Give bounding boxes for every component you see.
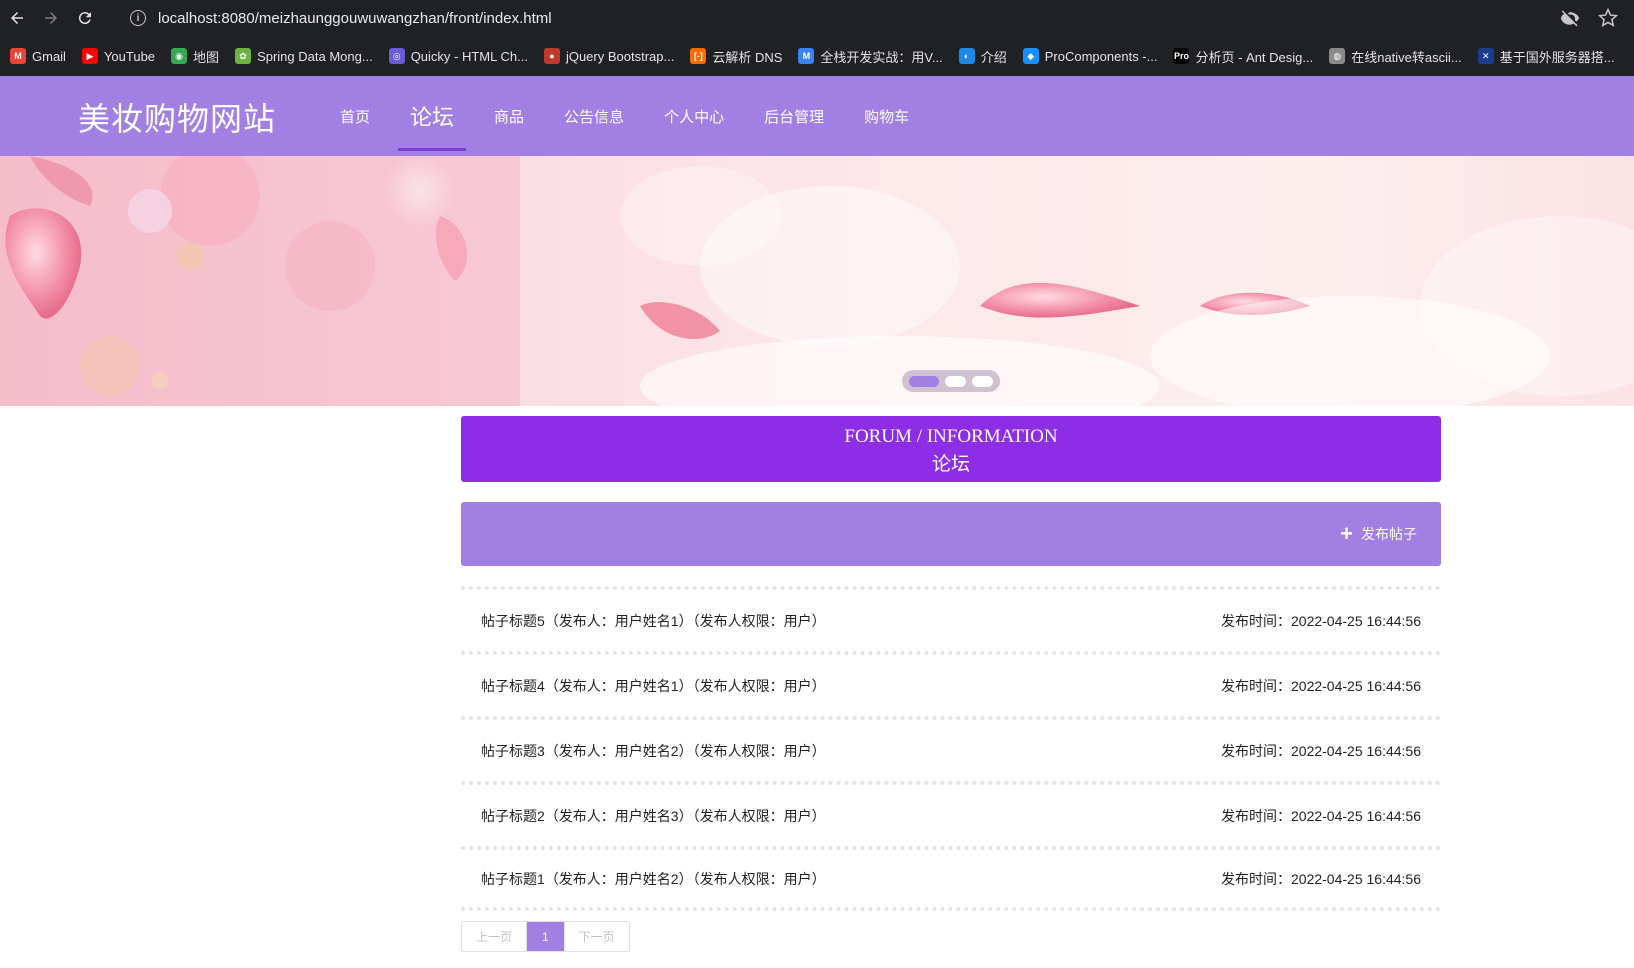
bookmark-label: Quicky - HTML Ch... [410,48,528,64]
bookmark-label: 基于国外服务器搭... [1499,49,1615,65]
nav-home[interactable]: 首页 [320,76,390,156]
bookmark-label: Spring Data Mong... [257,48,373,64]
bookmark-item[interactable]: ◐ 介绍 [958,47,1007,66]
bookmark-item[interactable]: Pro 分析页 - Ant Desig... [1173,47,1313,66]
back-button[interactable] [0,0,34,36]
prev-page-button[interactable]: 上一页 [462,922,527,951]
forum-title-cn: 论坛 [931,454,970,475]
bookmark-item[interactable]: ▶ YouTube [81,48,156,64]
site-info-icon[interactable]: i [130,10,146,26]
post-item[interactable]: 帖子标题2（发布人：用户姓名3）（发布人权限：用户） 发布时间：2022-04-… [461,781,1441,846]
nav-user-center[interactable]: 个人中心 [644,76,744,156]
aliyun-icon: [-] [690,48,707,64]
bookmark-label: ProComponents -... [1044,48,1158,64]
globe-icon: ◐ [958,48,975,64]
gmail-icon: M [10,48,26,64]
plus-icon: + [1340,521,1353,546]
post-item[interactable]: 帖子标题3（发布人：用户姓名2）（发布人权限：用户） 发布时间：2022-04-… [461,716,1441,781]
forum-title-block: FORUM / INFORMATION 论坛 [461,416,1441,482]
forward-button[interactable] [34,0,68,36]
bookmark-label: Gmail [32,48,66,64]
post-time: 发布时间：2022-04-25 16:44:56 [1221,677,1421,694]
post-time: 发布时间：2022-04-25 16:44:56 [1221,870,1421,887]
carousel-dot-3[interactable] [972,375,993,387]
bookmark-label: 介绍 [980,49,1007,65]
reload-button[interactable] [68,0,102,36]
post-time: 发布时间：2022-04-25 16:44:56 [1221,807,1421,824]
post-title[interactable]: 帖子标题1（发布人：用户姓名2）（发布人权限：用户） [481,869,826,889]
arrow-left-icon [11,12,23,24]
bookmark-item[interactable]: ✕ 基于国外服务器搭... [1477,47,1615,66]
site-logo[interactable]: 美妆购物网站 [78,94,276,140]
bookmarks-bar: M Gmail ▶ YouTube ◉ 地图 ✿ Spring Data Mong... ◎ Qu… [0,36,1634,76]
url-field[interactable]: i localhost:8080/meizhaunggouwuwangzhan/… [120,3,1620,33]
post-list: 帖子标题5（发布人：用户姓名1）（发布人权限：用户） 发布时间：2022-04-… [461,586,1441,911]
post-item[interactable]: 帖子标题4（发布人：用户姓名1）（发布人权限：用户） 发布时间：2022-04-… [461,651,1441,716]
reload-icon [78,12,91,25]
bookmark-item[interactable]: M Gmail [10,48,66,64]
next-page-button[interactable]: 下一页 [563,922,629,951]
nav-announcements[interactable]: 公告信息 [544,76,644,156]
bookmark-item[interactable]: ◆ ProComponents -... [1022,48,1158,64]
post-item[interactable]: 帖子标题5（发布人：用户姓名1）（发布人权限：用户） 发布时间：2022-04-… [461,586,1441,651]
nav-admin[interactable]: 后台管理 [744,76,844,156]
bookmark-label: 云解析 DNS [712,49,783,65]
post-time: 发布时间：2022-04-25 16:44:56 [1221,612,1421,629]
carousel-dot-1[interactable] [909,375,939,387]
post-title[interactable]: 帖子标题3（发布人：用户姓名2）（发布人权限：用户） [481,741,826,761]
quicky-icon: ◎ [388,48,405,64]
publish-post-label: 发布帖子 [1361,526,1417,542]
pagination: 上一页 1 下一页 [461,921,630,952]
nav-forum[interactable]: 论坛 [398,76,467,156]
eye-off-icon[interactable] [1560,8,1580,28]
bookmark-item[interactable]: ◎ Quicky - HTML Ch... [388,48,528,64]
bookmark-item[interactable]: [-] 云解析 DNS [690,47,782,66]
procomponents-icon: ◆ [1022,48,1039,64]
site-header: 美妆购物网站 首页 论坛 商品 公告信息 个人中心 后台管理 购物车 [0,76,1634,156]
bookmark-item[interactable]: ● jQuery Bootstrap... [543,48,675,64]
web-icon: ◍ [1329,48,1346,64]
bookmark-label: 全栈开发实战：用V... [820,49,943,65]
maps-icon: ◉ [171,48,188,64]
nav-products[interactable]: 商品 [474,76,544,156]
bookmark-label: jQuery Bootstrap... [565,48,675,64]
flag-icon: ✕ [1477,48,1494,64]
m-icon: M [798,48,815,64]
arrow-right-icon [45,12,57,24]
main-nav: 首页 论坛 商品 公告信息 个人中心 后台管理 购物车 [320,76,929,156]
publish-post-button[interactable]: + 发布帖子 [1340,521,1417,546]
carousel-dot-2[interactable] [945,375,966,387]
bookmark-item[interactable]: ✿ Spring Data Mong... [235,48,373,64]
url-text[interactable]: localhost:8080/meizhaunggouwuwangzhan/fr… [158,10,552,27]
post-title[interactable]: 帖子标题2（发布人：用户姓名3）（发布人权限：用户） [481,806,826,826]
bookmark-item[interactable]: ◍ 在线native转ascii... [1329,47,1462,66]
bookmark-label: 分析页 - Ant Desig... [1195,49,1314,65]
bookmark-label: 地图 [193,49,220,65]
banner-image [0,156,1634,406]
jquery-icon: ● [543,48,560,64]
pro-icon: Pro [1173,48,1190,64]
spring-icon: ✿ [235,48,252,64]
post-title[interactable]: 帖子标题4（发布人：用户姓名1）（发布人权限：用户） [481,676,826,696]
bookmark-item[interactable]: M 全栈开发实战：用V... [798,47,943,66]
post-item[interactable]: 帖子标题1（发布人：用户姓名2）（发布人权限：用户） 发布时间：2022-04-… [461,846,1441,911]
browser-address-bar: i localhost:8080/meizhaunggouwuwangzhan/… [0,0,1634,36]
bookmark-label: YouTube [103,48,156,64]
star-icon[interactable] [1598,8,1618,28]
post-title[interactable]: 帖子标题5（发布人：用户姓名1）（发布人权限：用户） [481,611,826,631]
banner-carousel[interactable] [0,156,1634,406]
bookmark-label: 在线native转ascii... [1351,49,1462,65]
forum-title-en: FORUM / INFORMATION [844,426,1058,447]
post-time: 发布时间：2022-04-25 16:44:56 [1221,742,1421,759]
carousel-indicators [902,370,1000,392]
nav-cart[interactable]: 购物车 [844,76,929,156]
youtube-icon: ▶ [81,48,98,64]
page-1-button[interactable]: 1 [526,922,564,951]
forum-action-bar: + 发布帖子 [461,502,1441,566]
bookmark-item[interactable]: ◉ 地图 [171,47,219,66]
